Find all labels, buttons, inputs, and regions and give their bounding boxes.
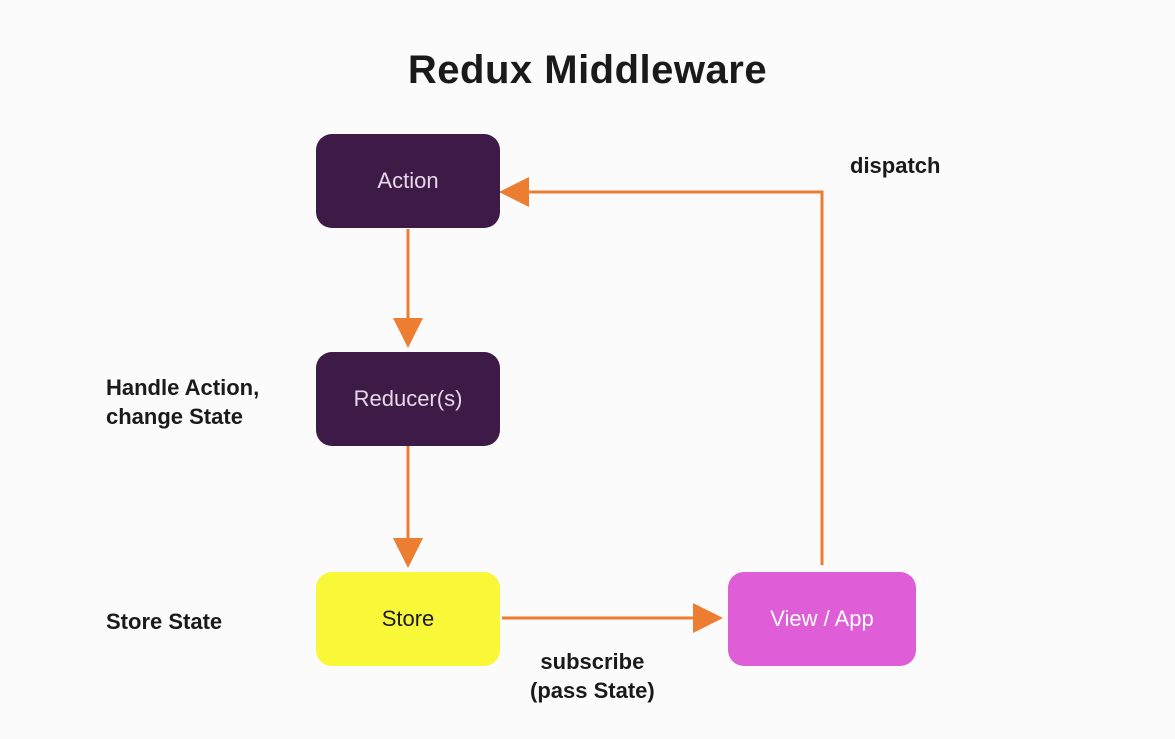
- arrow-view-to-action: [502, 192, 822, 565]
- diagram-canvas: Redux Middleware Action Reducer(s) Store…: [0, 0, 1175, 739]
- label-subscribe: subscribe (pass State): [530, 648, 655, 705]
- node-reducers: Reducer(s): [316, 352, 500, 446]
- node-reducers-label: Reducer(s): [354, 386, 463, 412]
- node-action-label: Action: [377, 168, 438, 194]
- label-handle-action: Handle Action, change State: [106, 374, 259, 431]
- node-view: View / App: [728, 572, 916, 666]
- label-store-state: Store State: [106, 608, 222, 637]
- node-view-label: View / App: [770, 606, 874, 632]
- node-store-label: Store: [382, 606, 435, 632]
- label-dispatch: dispatch: [850, 152, 940, 181]
- node-store: Store: [316, 572, 500, 666]
- node-action: Action: [316, 134, 500, 228]
- diagram-title: Redux Middleware: [0, 48, 1175, 93]
